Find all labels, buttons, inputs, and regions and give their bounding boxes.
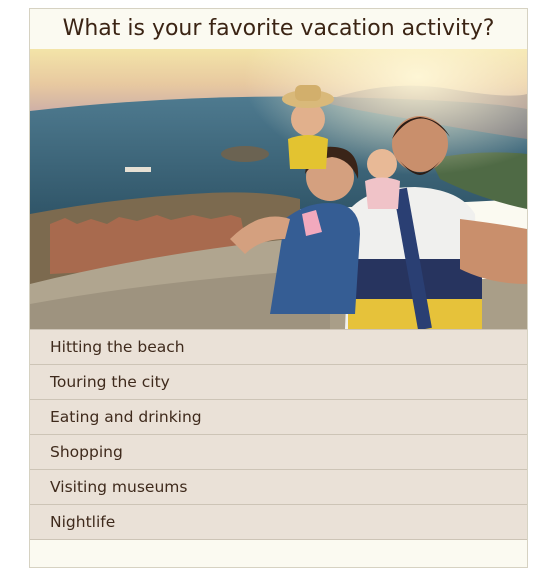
poll-option-beach[interactable]: Hitting the beach bbox=[30, 329, 527, 365]
poll-option-nightlife[interactable]: Nightlife bbox=[30, 505, 527, 540]
poll-option-museums[interactable]: Visiting museums bbox=[30, 470, 527, 505]
poll-option-eating[interactable]: Eating and drinking bbox=[30, 400, 527, 435]
poll-options-list: Hitting the beach Touring the city Eatin… bbox=[30, 329, 527, 540]
poll-option-shopping[interactable]: Shopping bbox=[30, 435, 527, 470]
poll-card: What is your favorite vacation activity? bbox=[29, 8, 528, 568]
poll-option-city[interactable]: Touring the city bbox=[30, 365, 527, 400]
family-selfie-photo bbox=[30, 49, 527, 329]
poll-question: What is your favorite vacation activity? bbox=[62, 16, 495, 41]
